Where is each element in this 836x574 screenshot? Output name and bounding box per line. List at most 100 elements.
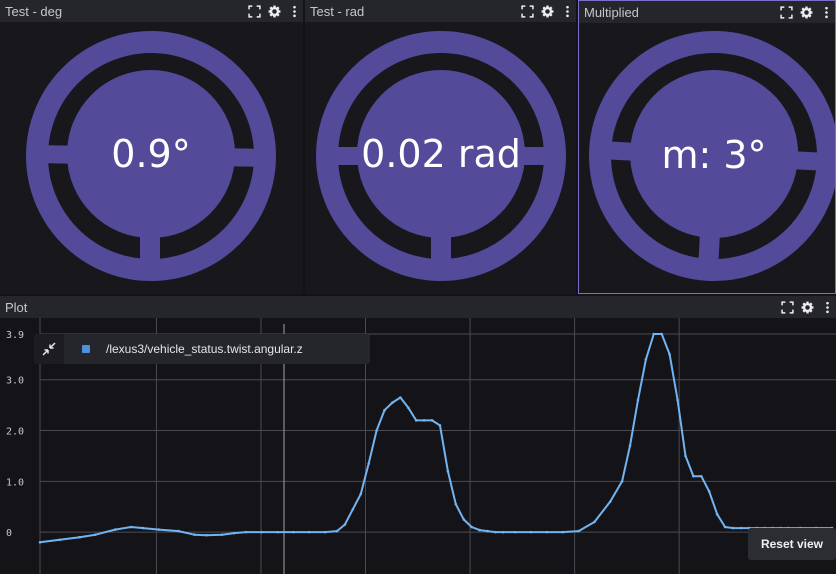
data-point xyxy=(636,398,640,402)
steering-wheel-gauge: 0.02 rad xyxy=(305,22,576,294)
data-point xyxy=(58,538,62,542)
data-point xyxy=(739,526,743,530)
panel-header[interactable]: Plot xyxy=(0,296,836,318)
legend-series-label[interactable]: /lexus3/vehicle_status.twist.angular.z xyxy=(106,342,303,356)
data-point xyxy=(375,429,378,432)
data-point xyxy=(359,492,363,496)
more-vertical-icon[interactable] xyxy=(561,5,574,18)
data-point xyxy=(38,540,42,544)
data-point xyxy=(220,533,224,536)
data-point xyxy=(561,530,565,534)
wheel-value: m: 3° xyxy=(661,133,766,177)
legend-swatch xyxy=(82,345,90,353)
more-vertical-icon[interactable] xyxy=(288,5,301,18)
more-vertical-icon[interactable] xyxy=(820,6,833,19)
gear-icon[interactable] xyxy=(800,6,813,19)
y-tick-label: 3.9 xyxy=(6,330,24,341)
data-point xyxy=(335,529,339,533)
data-point xyxy=(723,525,727,529)
data-point xyxy=(438,424,442,427)
data-point xyxy=(414,419,418,422)
data-point xyxy=(513,530,517,534)
data-point xyxy=(244,530,248,534)
data-point xyxy=(731,526,735,530)
panel-test-rad[interactable]: Test - rad 0.02 rad xyxy=(305,0,576,294)
data-point xyxy=(715,513,719,516)
data-point xyxy=(676,398,679,402)
steering-wheel-gauge: 0.9° xyxy=(0,22,303,294)
panel-title: Multiplied xyxy=(584,4,639,20)
data-point xyxy=(351,507,355,511)
reset-view-button[interactable]: Reset view xyxy=(748,528,836,560)
data-point xyxy=(232,531,236,535)
data-point xyxy=(707,490,711,493)
data-point xyxy=(470,525,473,529)
data-point xyxy=(367,462,370,465)
data-point xyxy=(78,535,81,539)
data-point xyxy=(577,529,580,533)
wheel-value: 0.9° xyxy=(111,132,190,176)
panel-title: Test - rad xyxy=(310,3,365,19)
data-point xyxy=(446,469,450,473)
steering-wheel-gauge: m: 3° xyxy=(579,23,835,293)
data-point xyxy=(454,502,458,506)
data-point xyxy=(422,419,426,422)
panel-header[interactable]: Test - deg xyxy=(0,0,303,22)
collapse-icon xyxy=(42,342,56,356)
data-point xyxy=(129,525,133,529)
panel-title: Test - deg xyxy=(5,3,63,19)
panel-plot[interactable]: Plot 3.93.02.01.00-1.1 /lexus3/vehicle_s… xyxy=(0,296,836,574)
data-point xyxy=(486,529,489,533)
data-point xyxy=(684,454,687,458)
fullscreen-icon[interactable] xyxy=(521,4,534,18)
data-point xyxy=(205,533,208,537)
data-point xyxy=(478,528,481,532)
more-vertical-icon[interactable] xyxy=(821,301,834,314)
data-point xyxy=(529,530,533,534)
series-layer xyxy=(38,332,834,544)
series-line xyxy=(39,333,832,544)
workspace: Test - deg 0.9° Test - rad 0.02 rad Mult… xyxy=(0,0,836,574)
data-point xyxy=(383,408,386,412)
data-point xyxy=(700,474,703,478)
data-point xyxy=(113,528,117,531)
gear-icon[interactable] xyxy=(541,5,554,18)
legend: /lexus3/vehicle_status.twist.angular.z xyxy=(34,334,370,364)
data-point xyxy=(692,474,695,478)
data-point xyxy=(644,358,648,361)
fullscreen-icon[interactable] xyxy=(248,4,261,18)
data-point xyxy=(193,533,196,536)
data-point xyxy=(307,530,311,534)
fullscreen-icon[interactable] xyxy=(780,5,793,19)
data-point xyxy=(94,533,97,536)
data-point xyxy=(628,444,632,448)
data-point xyxy=(502,530,505,534)
data-point xyxy=(260,530,264,534)
y-tick-label: 3.0 xyxy=(6,376,24,387)
gear-icon[interactable] xyxy=(268,5,281,18)
fullscreen-icon[interactable] xyxy=(781,300,794,314)
data-point xyxy=(660,332,664,336)
data-point xyxy=(406,406,410,409)
gear-icon[interactable] xyxy=(801,301,814,314)
panel-test-deg[interactable]: Test - deg 0.9° xyxy=(0,0,303,294)
data-point xyxy=(608,500,612,503)
y-tick-labels: 3.93.02.01.00-1.1 xyxy=(6,330,24,539)
data-point xyxy=(620,480,624,483)
data-point xyxy=(494,530,497,534)
wheel-value: 0.02 rad xyxy=(361,132,521,176)
data-point xyxy=(141,526,145,530)
y-tick-label: 0 xyxy=(6,528,12,539)
collapse-legend-button[interactable] xyxy=(34,334,64,364)
data-point xyxy=(323,530,327,534)
data-point xyxy=(462,518,466,521)
data-point xyxy=(668,353,671,356)
data-point xyxy=(276,530,279,534)
panel-header[interactable]: Multiplied xyxy=(579,1,835,23)
plot-area[interactable]: 3.93.02.01.00-1.1 /lexus3/vehicle_status… xyxy=(0,318,836,574)
data-point xyxy=(343,523,347,526)
panel-header[interactable]: Test - rad xyxy=(305,0,576,22)
panel-multiplied[interactable]: Multiplied m: 3° xyxy=(578,0,836,294)
data-point xyxy=(157,528,161,531)
data-point xyxy=(593,520,596,524)
